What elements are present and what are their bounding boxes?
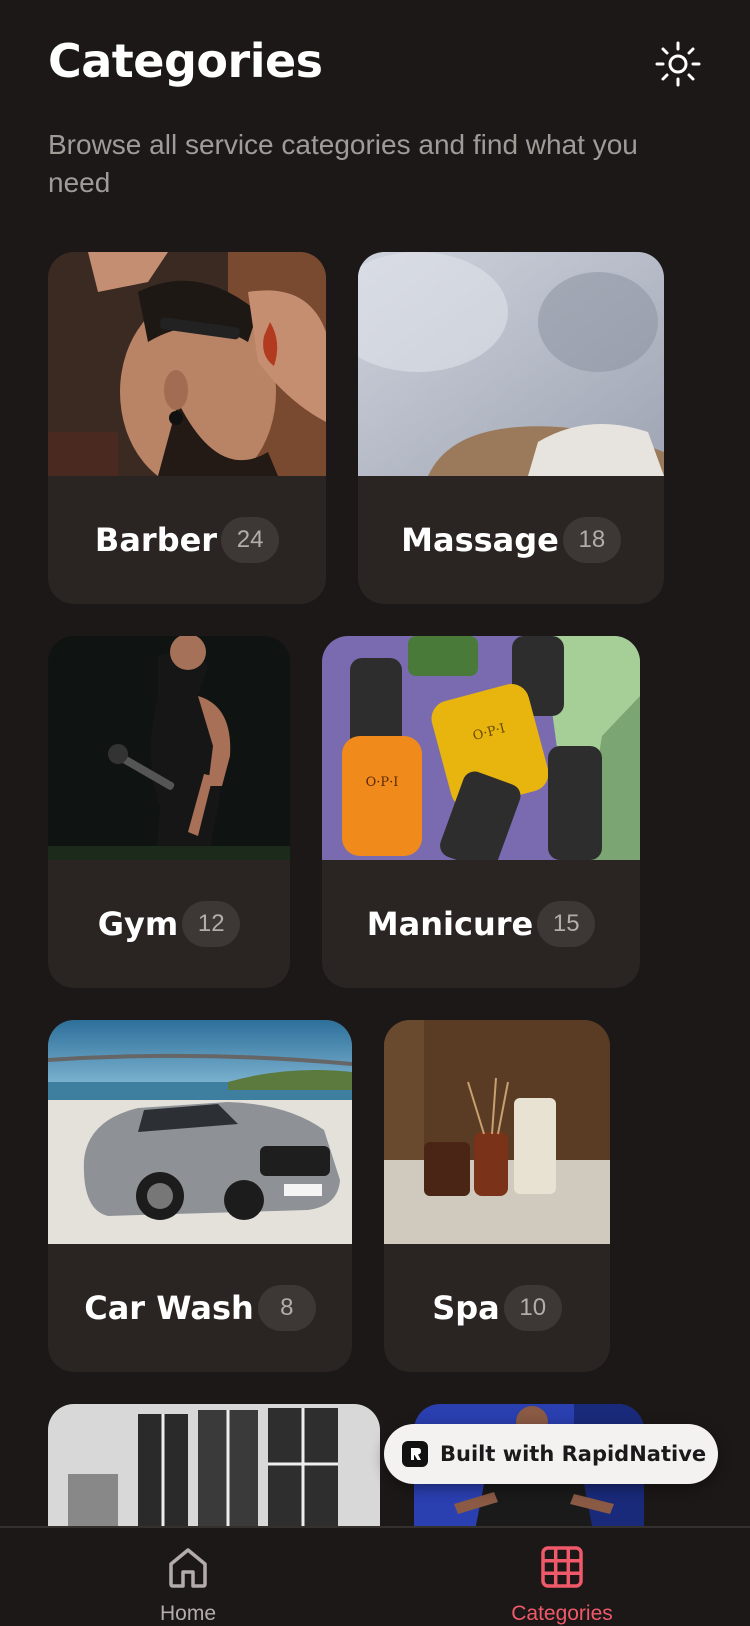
home-icon: [169, 1548, 207, 1588]
studio-photo: [48, 1404, 380, 1536]
tab-categories[interactable]: Categories: [462, 1528, 662, 1626]
category-card-manicure[interactable]: O·P·I O·P·I Manicure 15: [322, 636, 640, 988]
category-card-spa[interactable]: Spa 10: [384, 1020, 610, 1372]
page-subtitle: Browse all service categories and find w…: [48, 129, 638, 198]
category-count-badge: 18: [562, 517, 621, 563]
category-card-partial-left[interactable]: [48, 1404, 380, 1536]
badge-label: Built with RapidNative: [440, 1442, 707, 1466]
svg-text:O·P·I: O·P·I: [366, 775, 399, 790]
bottom-tab-bar: Home Categories: [0, 1526, 750, 1626]
category-card-barber[interactable]: Barber 24: [48, 252, 326, 604]
category-name: Barber: [94, 521, 218, 559]
category-card-gym[interactable]: Gym 12: [48, 636, 290, 988]
category-name: Gym: [97, 905, 179, 943]
category-name: Manicure: [366, 905, 534, 943]
rapidnative-logo-icon: [402, 1441, 428, 1467]
category-card-car-wash[interactable]: Car Wash 8: [48, 1020, 352, 1372]
massage-photo: [358, 252, 664, 476]
sun-icon: [655, 41, 701, 87]
tab-home[interactable]: Home: [88, 1528, 288, 1626]
page-title: Categories: [48, 34, 323, 88]
category-name: Massage: [401, 521, 559, 559]
category-count-badge: 8: [257, 1285, 316, 1331]
category-count-badge: 10: [503, 1285, 562, 1331]
grid-icon: [541, 1546, 583, 1588]
spa-photo: [384, 1020, 610, 1244]
category-count-badge: 15: [537, 901, 596, 947]
tab-home-label: Home: [159, 1602, 217, 1625]
car-wash-photo: [48, 1020, 352, 1244]
built-with-badge[interactable]: Built with RapidNative: [384, 1424, 718, 1484]
gym-photo: [48, 636, 290, 860]
barber-photo: [48, 252, 326, 476]
theme-toggle-button[interactable]: [652, 38, 704, 90]
tab-categories-label: Categories: [511, 1602, 613, 1625]
category-count-badge: 12: [182, 901, 241, 947]
category-name: Car Wash: [84, 1289, 254, 1327]
category-name: Spa: [432, 1289, 500, 1327]
manicure-photo: O·P·I O·P·I: [322, 636, 640, 860]
category-count-badge: 24: [221, 517, 280, 563]
category-card-massage[interactable]: Massage 18: [358, 252, 664, 604]
